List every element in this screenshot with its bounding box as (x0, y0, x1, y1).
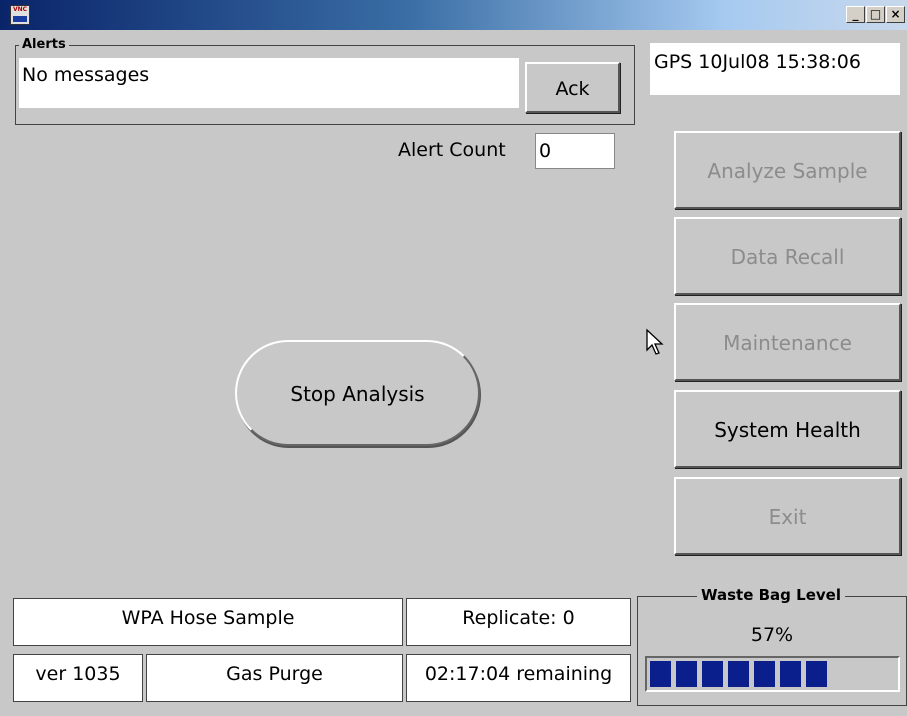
waste-bag-progress-segment (728, 661, 749, 687)
gps-timestamp: GPS 10Jul08 15:38:06 (650, 43, 900, 95)
stop-analysis-button[interactable]: Stop Analysis (235, 340, 480, 446)
waste-bag-progress-segment (754, 661, 775, 687)
minimize-button[interactable]: _ (846, 6, 865, 23)
waste-bag-progress-segment (702, 661, 723, 687)
maximize-button[interactable]: □ (866, 6, 885, 23)
phase-field: Gas Purge (146, 654, 403, 702)
ack-button[interactable]: Ack (525, 62, 620, 113)
exit-button[interactable]: Exit (674, 477, 901, 555)
alerts-legend: Alerts (19, 37, 69, 53)
waste-bag-legend: Waste Bag Level (697, 585, 845, 605)
waste-bag-progress-segment (650, 661, 671, 687)
waste-bag-progress-fill (650, 661, 827, 687)
analyze-sample-button[interactable]: Analyze Sample (674, 131, 901, 209)
waste-bag-percent: 57% (750, 624, 794, 646)
close-button[interactable]: × (886, 6, 905, 23)
alert-count-field: 0 (535, 133, 615, 169)
mouse-cursor-icon (646, 328, 664, 355)
version-field: ver 1035 (13, 654, 143, 702)
time-remaining-field: 02:17:04 remaining (406, 654, 631, 702)
waste-bag-progress-bar (645, 656, 900, 692)
sample-name-field: WPA Hose Sample (13, 598, 403, 646)
waste-bag-progress-segment (806, 661, 827, 687)
replicate-field: Replicate: 0 (406, 598, 631, 646)
waste-bag-progress-segment (676, 661, 697, 687)
waste-bag-progress-segment (780, 661, 801, 687)
data-recall-button[interactable]: Data Recall (674, 217, 901, 295)
system-health-button[interactable]: System Health (674, 390, 901, 468)
alert-message-field: No messages (19, 58, 519, 108)
alert-count-label: Alert Count (398, 139, 506, 161)
maintenance-button[interactable]: Maintenance (674, 303, 901, 381)
title-bar (0, 0, 907, 30)
vnc-icon[interactable]: VNC (10, 5, 30, 25)
